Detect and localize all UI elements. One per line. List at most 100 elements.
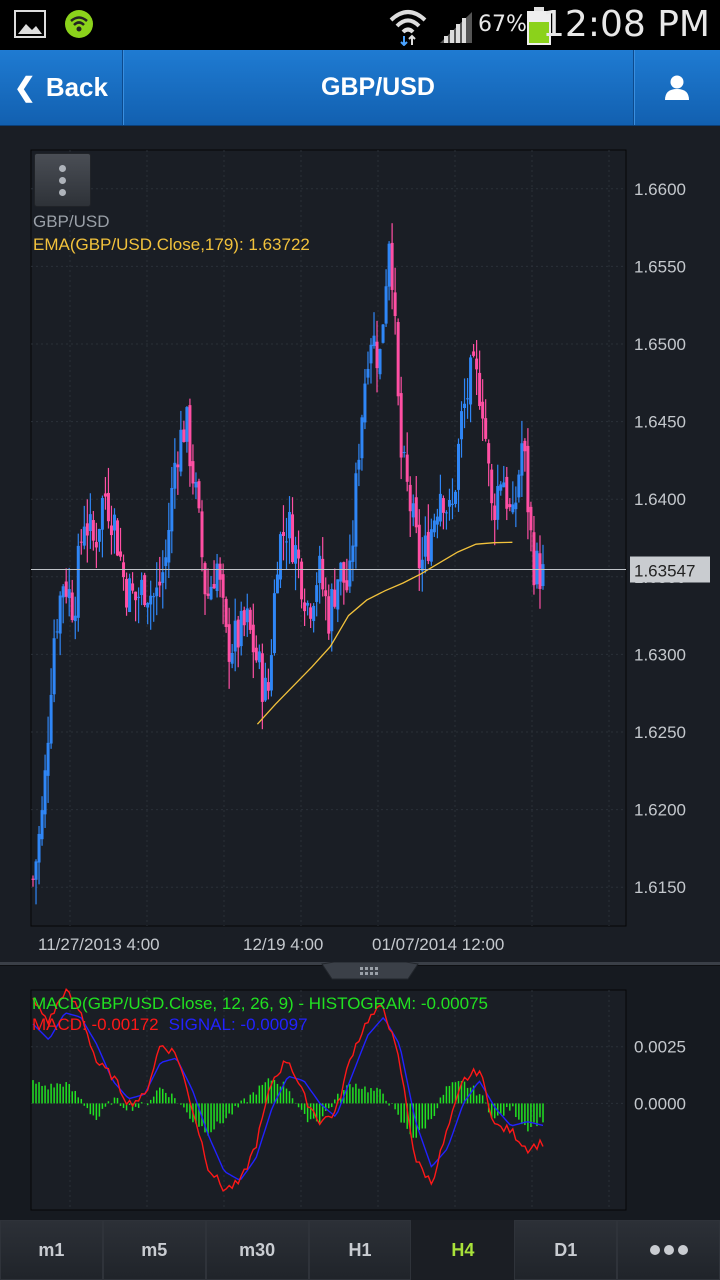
candle-body [46, 742, 50, 776]
tab-m30[interactable]: m30 [205, 1220, 309, 1280]
candle-body [303, 602, 307, 612]
candle-body [435, 516, 439, 525]
candle-body [324, 590, 328, 597]
y-tick-label: 1.6450 [634, 413, 686, 432]
candle-body [185, 407, 189, 442]
candle-body [269, 655, 273, 691]
candle-body [405, 454, 409, 482]
more-button[interactable] [617, 1220, 720, 1280]
candle-body [158, 581, 162, 586]
candle-body [134, 591, 138, 601]
y-tick-label: 1.6250 [634, 723, 686, 742]
candle-body [281, 532, 285, 536]
candle-body [61, 586, 65, 598]
candle-body [438, 493, 442, 522]
candle-body [58, 595, 62, 634]
candle-body [161, 572, 165, 583]
candle-body [70, 592, 74, 621]
candle-body [457, 443, 461, 490]
tab-m1[interactable]: m1 [0, 1220, 103, 1280]
candle-body [85, 523, 89, 536]
candle-body [200, 511, 204, 558]
candle-body [278, 534, 282, 580]
candle-body [260, 653, 264, 702]
candle-body [176, 464, 180, 468]
y-tick-label: 1.6600 [634, 180, 686, 199]
menu-dot [59, 164, 66, 172]
candle-body [272, 593, 276, 654]
candle-body [333, 589, 337, 607]
page-title: GBP/USD [321, 73, 435, 101]
candle-body [194, 481, 198, 488]
candle-body [31, 878, 35, 880]
candle-body [233, 620, 237, 652]
candle-body [149, 595, 153, 605]
candle-body [155, 587, 159, 597]
candle-body [106, 492, 110, 522]
y-tick-label: 1.6150 [634, 878, 686, 897]
candle-body [469, 357, 473, 405]
tab-h4[interactable]: H4 [411, 1220, 515, 1280]
candle-body [43, 770, 47, 815]
tab-m5[interactable]: m5 [102, 1220, 206, 1280]
candle-body [523, 440, 527, 452]
pane-splitter[interactable] [0, 962, 720, 980]
current-price-label: 1.63547 [634, 562, 695, 581]
candle-body [351, 545, 355, 562]
candle-body [236, 619, 240, 648]
candle-body [112, 514, 116, 531]
candle-body [532, 532, 536, 586]
back-button[interactable]: ❮ Back [0, 50, 123, 125]
candle-body [73, 615, 77, 622]
candle-body [399, 393, 403, 458]
candle-body [432, 520, 436, 533]
candle-body [212, 583, 216, 589]
candle-body [402, 452, 406, 454]
candle-body [384, 286, 388, 324]
candle-body [275, 574, 279, 594]
y-tick-label: 0.0025 [634, 1038, 686, 1057]
candle-body [321, 558, 325, 590]
candle-body [191, 461, 195, 484]
candle-body [179, 429, 183, 472]
candle-body [453, 491, 457, 504]
candle-body [526, 445, 530, 513]
candle-body [417, 524, 421, 569]
candle-body [297, 549, 301, 559]
candle-body [478, 372, 482, 407]
chevron-left-icon: ❮ [14, 72, 36, 102]
candle-body [529, 506, 533, 531]
candle-body [79, 541, 83, 543]
candle-body [263, 677, 267, 701]
candle-body [481, 401, 485, 419]
y-tick-label: 1.6300 [634, 645, 686, 664]
menu-dot [59, 188, 66, 196]
candle-body [125, 578, 129, 608]
chart-menu-button[interactable] [34, 153, 91, 207]
candle-body [266, 682, 270, 691]
x-tick-label: 01/07/2014 12:00 [372, 935, 504, 954]
candle-body [230, 652, 234, 664]
user-icon [665, 75, 689, 100]
candle-body [336, 579, 340, 610]
candle-body [508, 504, 512, 508]
candle-body [396, 322, 400, 397]
y-tick-label: 1.6550 [634, 257, 686, 276]
candle-body [450, 503, 454, 505]
tab-h1[interactable]: H1 [308, 1220, 412, 1280]
candle-body [119, 551, 123, 557]
candle-body [414, 497, 418, 528]
candle-body [444, 512, 448, 514]
symbol-label: GBP/USD [33, 212, 110, 231]
candle-body [52, 638, 56, 695]
candle-body [441, 498, 445, 513]
candle-body [82, 526, 86, 546]
candle-body [538, 553, 542, 589]
candle-body [170, 487, 174, 532]
account-button[interactable] [633, 50, 720, 125]
tab-d1[interactable]: D1 [514, 1220, 618, 1280]
candle-body [426, 531, 430, 561]
candle-body [535, 550, 539, 585]
candle-body [300, 561, 304, 600]
candle-body [472, 351, 476, 356]
